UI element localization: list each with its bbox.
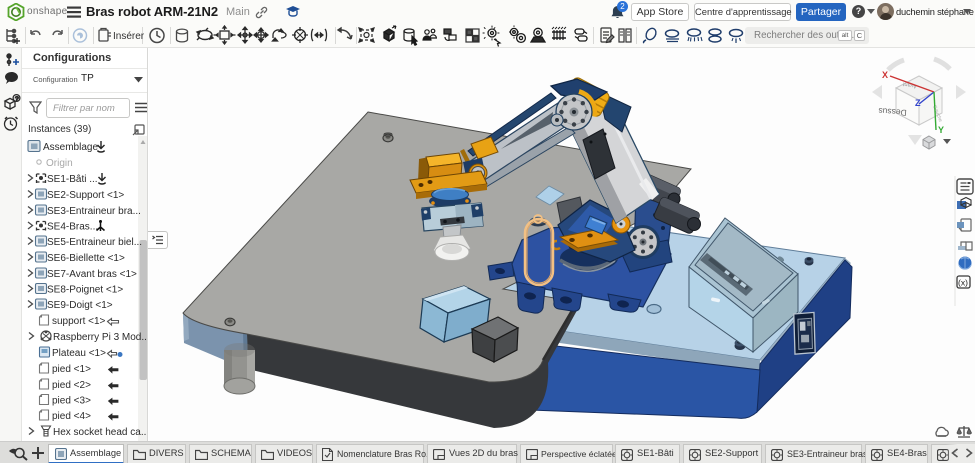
- svg-text:pied <4>: pied <4>: [52, 411, 91, 422]
- svg-text:support <1>: support <1>: [52, 316, 106, 327]
- svg-text:Dessus: Dessus: [878, 106, 907, 118]
- svg-text:Y: Y: [938, 125, 944, 135]
- svg-text:Z: Z: [915, 98, 921, 108]
- svg-text:pied <1>: pied <1>: [52, 364, 91, 375]
- svg-text:Origin: Origin: [46, 158, 73, 169]
- svg-text:SE8-Poignet <1>: SE8-Poignet <1>: [47, 285, 123, 296]
- svg-text:(x): (x): [958, 278, 968, 288]
- svg-text:Plateau <1>: Plateau <1>: [52, 348, 106, 359]
- svg-text:Hex socket head ca...: Hex socket head ca...: [53, 427, 148, 438]
- svg-text:?: ?: [15, 96, 19, 103]
- svg-text:SE2-Support <1>: SE2-Support <1>: [47, 190, 124, 201]
- svg-text:Assemblage: Assemblage: [43, 142, 98, 153]
- svg-text:SE5-Entraineur biel...: SE5-Entraineur biel...: [47, 237, 142, 248]
- svg-text:SE6-Biellette <1>: SE6-Biellette <1>: [47, 253, 125, 264]
- svg-text:SE3-Entraineur bra...: SE3-Entraineur bra...: [47, 206, 141, 217]
- svg-text:SE9-Doigt <1>: SE9-Doigt <1>: [47, 300, 113, 311]
- svg-text:pied <2>: pied <2>: [52, 380, 91, 391]
- svg-text:Insérer: Insérer: [113, 31, 145, 42]
- svg-text:Raspberry Pi 3 Mod...: Raspberry Pi 3 Mod...: [53, 332, 148, 343]
- svg-text:X: X: [882, 70, 888, 80]
- svg-text:pied <3>: pied <3>: [52, 396, 91, 407]
- svg-text:SE1-Bâti ...: SE1-Bâti ...: [47, 174, 98, 185]
- svg-text:SE4-Bras...: SE4-Bras...: [47, 222, 98, 233]
- svg-text:SE7-Avant bras <1>: SE7-Avant bras <1>: [47, 269, 137, 280]
